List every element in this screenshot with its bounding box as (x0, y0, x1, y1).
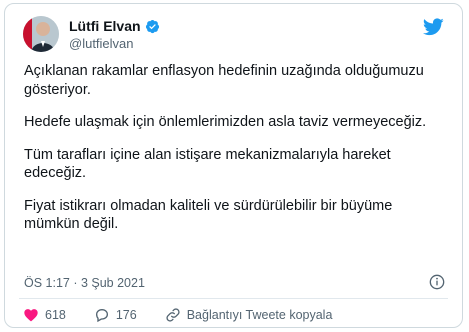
like-button[interactable]: 618 (23, 307, 66, 323)
info-icon[interactable] (429, 274, 445, 290)
twitter-bird-icon[interactable] (423, 18, 444, 36)
reply-icon (95, 308, 108, 323)
copy-link-label: Bağlantıyı Tweete kopyala (186, 308, 333, 322)
author-handle[interactable]: @lutfielvan (69, 36, 134, 51)
tweet-timestamp[interactable]: ÖS 1:17 · 3 Şub 2021 (24, 276, 145, 290)
avatar[interactable] (23, 16, 59, 52)
link-icon (166, 308, 180, 322)
tweet-paragraph: Tüm tarafları içine alan istişare mekani… (24, 146, 391, 182)
tweet-paragraph: Fiyat istikrarı olmadan kaliteli ve sürd… (24, 197, 393, 233)
tweet-paragraph: Hedefe ulaşmak için önlemlerimizden asla… (24, 114, 427, 130)
like-count: 618 (45, 308, 66, 322)
heart-icon (24, 309, 38, 322)
tweet-text: Açıklanan rakamlar enflasyon hedefinin u… (24, 62, 444, 248)
author-name[interactable]: Lütfi Elvan (69, 18, 160, 34)
tweet-card: Lütfi Elvan @lutfielvan Açıklanan rakaml… (4, 3, 463, 328)
copy-link-button[interactable]: Bağlantıyı Tweete kopyala (165, 307, 333, 323)
reply-count: 176 (115, 308, 137, 322)
reply-button[interactable]: 176 (94, 307, 137, 323)
verified-badge-icon (145, 19, 159, 33)
author-name-text: Lütfi Elvan (69, 18, 141, 34)
divider (19, 298, 448, 299)
tweet-paragraph: Açıklanan rakamlar enflasyon hedefinin u… (24, 63, 424, 98)
tweet-actions: 618 176 Bağlantıyı Tweete kopyala (23, 307, 360, 323)
avatar-image (23, 16, 59, 52)
